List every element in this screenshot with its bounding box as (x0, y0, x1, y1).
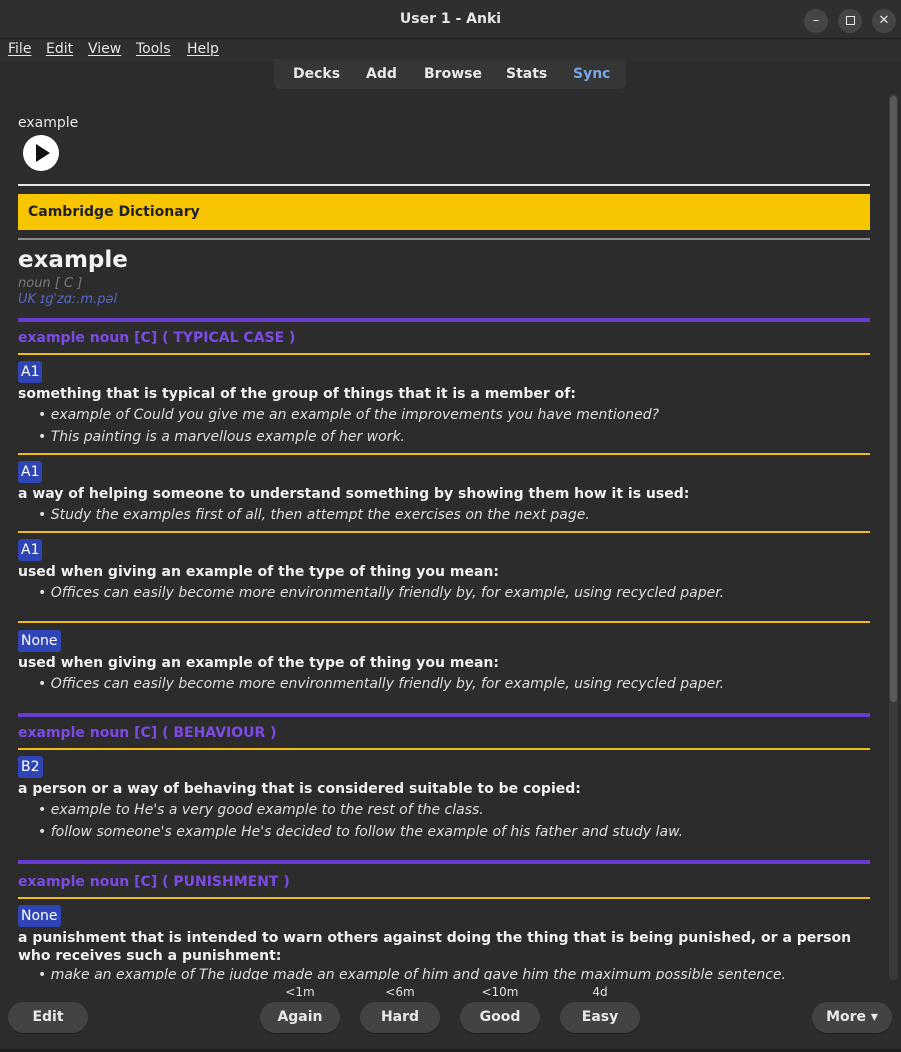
level-badge: A1 (18, 539, 43, 561)
level-badge: None (18, 905, 61, 927)
entry-divider (18, 748, 870, 750)
review-bar (0, 980, 901, 1052)
example-sentence: • Study the examples first of all, then … (38, 507, 590, 523)
toolbar-stats[interactable]: Stats (506, 66, 547, 82)
sense-divider (18, 318, 870, 322)
interval-label: <1m (285, 985, 315, 999)
edit-button[interactable]: Edit (8, 1002, 88, 1033)
definition: something that is typical of the group o… (18, 386, 576, 402)
menu-bar: File Edit View Tools Help (0, 40, 901, 61)
sense-header: example noun [C] ( TYPICAL CASE ) (18, 330, 296, 346)
definition: a way of helping someone to understand s… (18, 486, 690, 502)
good-button[interactable]: Good (460, 1002, 540, 1033)
interval-label: 4d (592, 985, 608, 999)
definition: used when giving an example of the type … (18, 655, 499, 671)
example-sentence: • example to He's a very good example to… (38, 802, 484, 818)
example-sentence: • Offices can easily become more environ… (38, 585, 725, 601)
window-title: User 1 - Anki (399, 11, 502, 27)
example-sentence: • make an example of The judge made an e… (38, 967, 786, 980)
interval-label: <6m (385, 985, 415, 999)
toolbar-add[interactable]: Add (366, 66, 397, 82)
toolbar-decks[interactable]: Decks (293, 66, 340, 82)
sense-header: example noun [C] ( BEHAVIOUR ) (18, 725, 277, 741)
example-sentence: • This painting is a marvellous example … (38, 429, 406, 445)
main-toolbar: Decks Add Browse Stats Sync (274, 59, 626, 89)
entry-divider (18, 621, 870, 623)
interval-label: <10m (481, 985, 519, 999)
example-sentence: • example of Could you give me an exampl… (38, 407, 660, 423)
definition: a person or a way of behaving that is co… (18, 781, 581, 797)
level-badge: None (18, 630, 61, 652)
menu-tools[interactable]: Tools (136, 41, 171, 57)
definition: a punishment that is intended to warn ot… (18, 930, 852, 964)
example-sentence: • follow someone's example He's decided … (38, 824, 684, 840)
scrollbar-thumb[interactable] (890, 96, 897, 702)
toolbar-sync[interactable]: Sync (573, 66, 610, 82)
entry-divider (18, 531, 870, 533)
again-button[interactable]: Again (260, 1002, 340, 1033)
menu-help[interactable]: Help (187, 41, 219, 57)
answer-divider (18, 184, 870, 186)
level-badge: B2 (18, 756, 43, 778)
example-sentence: • Offices can easily become more environ… (38, 676, 725, 692)
menu-edit[interactable]: Edit (46, 41, 73, 57)
front-word: example (18, 115, 79, 131)
card-view: example Cambridge Dictionary example nou… (0, 90, 888, 980)
headword: example (18, 247, 128, 273)
part-of-speech: noun [ C ] (18, 276, 83, 291)
level-badge: A1 (18, 461, 43, 483)
level-badge: A1 (18, 361, 43, 383)
entry-divider (18, 353, 870, 355)
sense-divider (18, 860, 870, 864)
sense-divider (18, 713, 870, 717)
dictionary-banner: Cambridge Dictionary (18, 194, 870, 230)
menu-view[interactable]: View (88, 41, 121, 57)
entry-divider (18, 897, 870, 899)
play-audio-icon[interactable] (23, 135, 59, 171)
pronunciation: UK ɪɡˈzɑː.m.pəl (18, 292, 118, 307)
easy-button[interactable]: Easy (560, 1002, 640, 1033)
minimize-icon[interactable]: – (804, 9, 828, 33)
divider (18, 238, 870, 240)
close-icon[interactable]: ✕ (872, 9, 896, 33)
toolbar-browse[interactable]: Browse (424, 66, 482, 82)
more-button[interactable]: More ▾ (812, 1002, 892, 1033)
entry-divider (18, 453, 870, 455)
maximize-icon[interactable] (838, 9, 862, 33)
menu-file[interactable]: File (8, 41, 31, 57)
title-bar: User 1 - Anki – ✕ (0, 0, 901, 39)
sense-header: example noun [C] ( PUNISHMENT ) (18, 874, 290, 890)
hard-button[interactable]: Hard (360, 1002, 440, 1033)
definition: used when giving an example of the type … (18, 564, 499, 580)
